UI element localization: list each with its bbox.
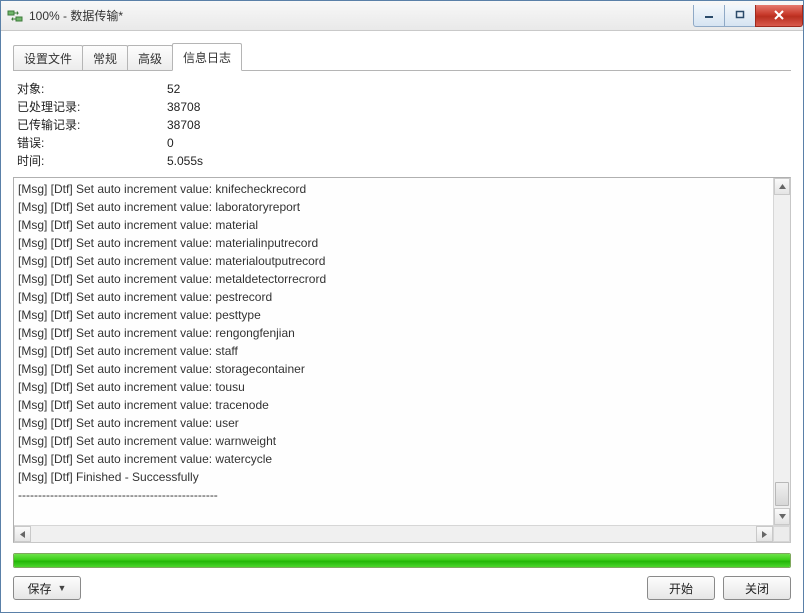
chevron-down-icon: ▼: [58, 583, 67, 593]
tab-label: 常规: [93, 52, 117, 66]
log-line: [Msg] [Dtf] Set auto increment value: us…: [18, 414, 786, 432]
save-button-label: 保存: [28, 580, 52, 597]
tab-strip: 设置文件 常规 高级 信息日志: [13, 43, 791, 71]
log-line: ----------------------------------------…: [18, 486, 786, 504]
close-button-label: 关闭: [745, 580, 769, 597]
log-line: [Msg] [Dtf] Set auto increment value: kn…: [18, 180, 786, 198]
log-line: [Msg] [Dtf] Set auto increment value: wa…: [18, 432, 786, 450]
progress-row: [13, 553, 791, 568]
tab-general[interactable]: 常规: [82, 45, 128, 71]
stats-value-objects: 52: [167, 81, 787, 97]
log-line: [Msg] [Dtf] Set auto increment value: me…: [18, 270, 786, 288]
stats-panel: 对象: 52 已处理记录: 38708 已传输记录: 38708 错误: 0 时…: [13, 71, 791, 177]
stats-label-processed: 已处理记录:: [17, 99, 167, 115]
stats-label-errors: 错误:: [17, 135, 167, 151]
client-area: 设置文件 常规 高级 信息日志 对象: 52 已处理记录: 38708 已传输记…: [1, 31, 803, 612]
log-line: [Msg] [Dtf] Finished - Successfully: [18, 468, 786, 486]
tab-label: 高级: [138, 52, 162, 66]
scroll-down-button[interactable]: [774, 508, 790, 525]
maximize-button[interactable]: [724, 5, 756, 27]
log-line: [Msg] [Dtf] Set auto increment value: la…: [18, 198, 786, 216]
progress-bar: [13, 553, 791, 568]
tab-settings-file[interactable]: 设置文件: [13, 45, 83, 71]
vertical-scrollbar[interactable]: [773, 178, 790, 525]
log-line: [Msg] [Dtf] Set auto increment value: ma…: [18, 252, 786, 270]
tab-label: 设置文件: [24, 52, 72, 66]
scroll-up-button[interactable]: [774, 178, 790, 195]
progress-fill: [14, 554, 790, 567]
horizontal-scrollbar[interactable]: [14, 525, 790, 542]
log-line: [Msg] [Dtf] Set auto increment value: ma…: [18, 234, 786, 252]
dialog-window: 100% - 数据传输* 设置文件 常规 高级 信息日志: [0, 0, 804, 613]
log-line: [Msg] [Dtf] Set auto increment value: pe…: [18, 288, 786, 306]
titlebar: 100% - 数据传输*: [1, 1, 803, 31]
window-controls: [694, 5, 803, 27]
stats-label-transferred: 已传输记录:: [17, 117, 167, 133]
log-line: [Msg] [Dtf] Set auto increment value: st…: [18, 360, 786, 378]
stats-value-processed: 38708: [167, 99, 787, 115]
stats-label-time: 时间:: [17, 153, 167, 169]
scroll-right-button[interactable]: [756, 526, 773, 542]
log-textbox[interactable]: [Msg] [Dtf] Set auto increment value: kn…: [13, 177, 791, 543]
window-title: 100% - 数据传输*: [29, 7, 123, 24]
log-content: [Msg] [Dtf] Set auto increment value: kn…: [14, 178, 790, 525]
log-line: [Msg] [Dtf] Set auto increment value: wa…: [18, 450, 786, 468]
log-line: [Msg] [Dtf] Set auto increment value: re…: [18, 324, 786, 342]
start-button-label: 开始: [669, 580, 693, 597]
tab-advanced[interactable]: 高级: [127, 45, 173, 71]
stats-value-transferred: 38708: [167, 117, 787, 133]
scroll-left-button[interactable]: [14, 526, 31, 542]
log-line: [Msg] [Dtf] Set auto increment value: to…: [18, 378, 786, 396]
stats-label-objects: 对象:: [17, 81, 167, 97]
data-transfer-icon: [7, 8, 23, 24]
scroll-track[interactable]: [774, 195, 790, 508]
start-button[interactable]: 开始: [647, 576, 715, 600]
log-line: [Msg] [Dtf] Set auto increment value: ma…: [18, 216, 786, 234]
minimize-button[interactable]: [693, 5, 725, 27]
log-line: [Msg] [Dtf] Set auto increment value: st…: [18, 342, 786, 360]
stats-value-time: 5.055s: [167, 153, 787, 169]
tab-label: 信息日志: [183, 51, 231, 65]
close-button[interactable]: 关闭: [723, 576, 791, 600]
window-close-button[interactable]: [755, 5, 803, 27]
button-row: 保存 ▼ 开始 关闭: [13, 576, 791, 600]
scroll-thumb[interactable]: [775, 482, 789, 506]
log-line: [Msg] [Dtf] Set auto increment value: tr…: [18, 396, 786, 414]
scroll-corner: [773, 526, 790, 542]
log-line: [Msg] [Dtf] Set auto increment value: pe…: [18, 306, 786, 324]
stats-value-errors: 0: [167, 135, 787, 151]
save-dropdown-button[interactable]: 保存 ▼: [13, 576, 81, 600]
tab-message-log[interactable]: 信息日志: [172, 43, 242, 71]
hscroll-track[interactable]: [31, 526, 756, 542]
